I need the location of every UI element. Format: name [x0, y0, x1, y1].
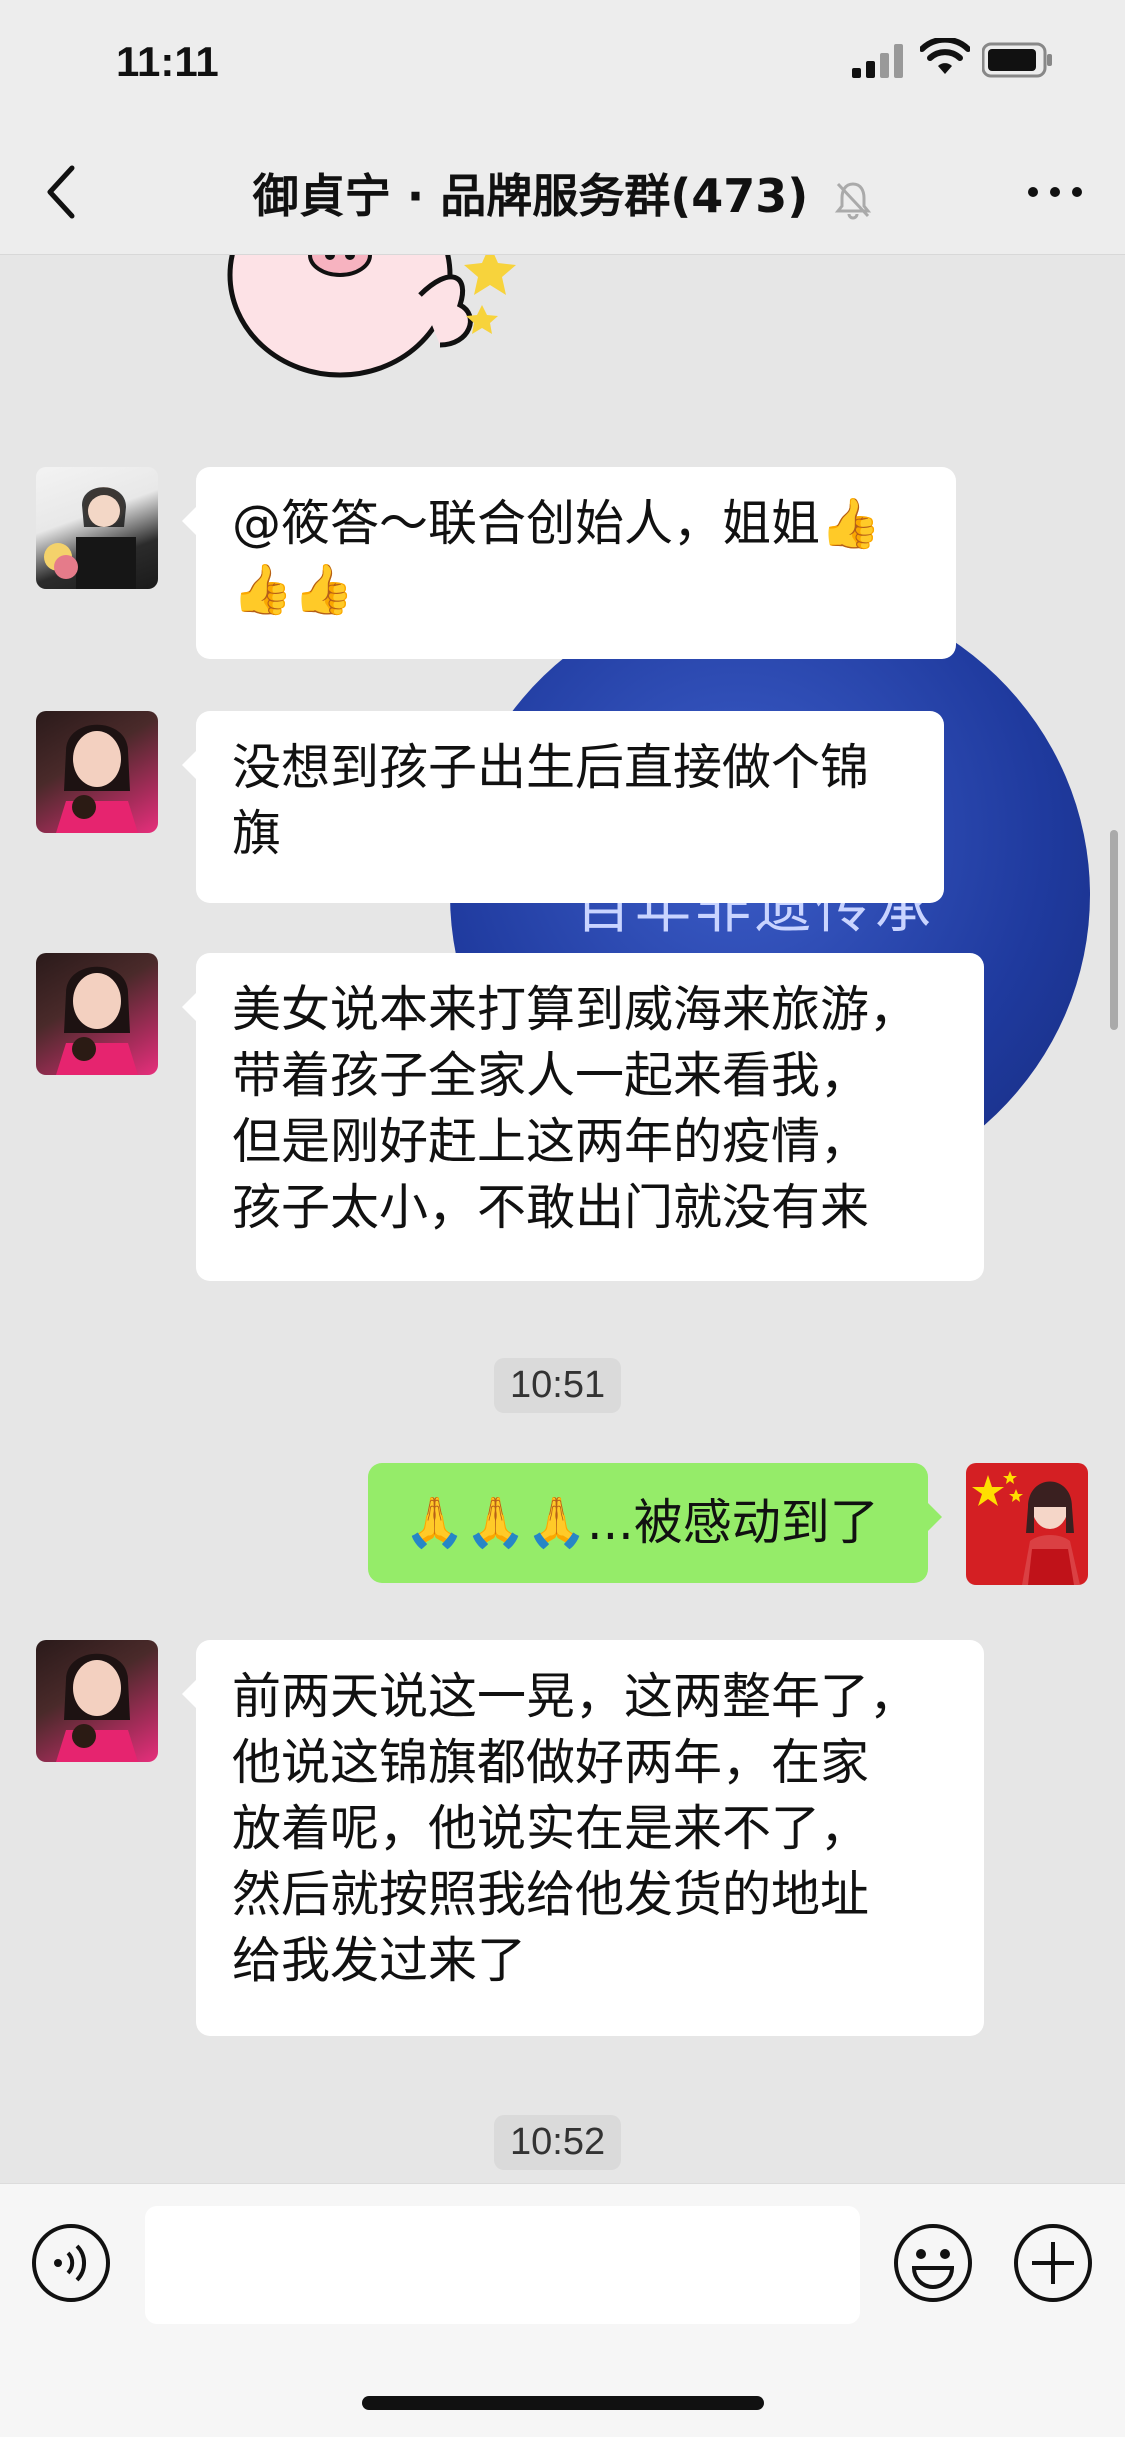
message-bubble[interactable]: 美女说本来打算到威海来旅游， 带着孩子全家人一起来看我， 但是刚好赶上这两年的疫…: [182, 953, 984, 1281]
message-bubble[interactable]: 前两天说这一晃，这两整年了， 他说这锦旗都做好两年，在家 放着呢，他说实在是来不…: [182, 1640, 984, 2036]
avatar[interactable]: [36, 467, 158, 589]
message-text: 孩子太小，不敢出门就没有来: [232, 1179, 870, 1236]
group-title: 御貞宁 · 品牌服务群(473): [0, 160, 1125, 226]
home-indicator[interactable]: [362, 2396, 764, 2410]
wifi-icon: [920, 38, 970, 74]
avatar[interactable]: [36, 711, 158, 833]
battery-icon: [982, 42, 1052, 78]
avatar[interactable]: [36, 953, 158, 1075]
message-text: 但是刚好赶上这两年的疫情，: [232, 1113, 870, 1170]
message-text: 带着孩子全家人一起来看我，: [232, 1047, 870, 1104]
voice-icon[interactable]: [30, 2222, 112, 2304]
chat-header: 御貞宁 · 品牌服务群(473): [0, 130, 1125, 255]
message-text: 然后就按照我给他发货的地址: [232, 1866, 870, 1923]
status-bar: 11:11: [0, 0, 1125, 130]
group-title-text: 御貞宁 · 品牌服务群(473): [252, 169, 809, 223]
message-bubble[interactable]: 没想到孩子出生后直接做个锦 旗: [182, 711, 944, 903]
more-icon[interactable]: [1025, 172, 1085, 212]
avatar[interactable]: [36, 1640, 158, 1762]
emoji-icon[interactable]: [892, 2222, 974, 2304]
message-text: 他说这锦旗都做好两年，在家: [232, 1734, 870, 1791]
message-text: 放着呢，他说实在是来不了，: [232, 1800, 870, 1857]
avatar-image: [56, 1653, 138, 1762]
message-bubble[interactable]: @筱答～联合创始人，姐姐👍 👍👍: [182, 467, 956, 659]
avatar-image: [56, 966, 138, 1075]
message-input[interactable]: [145, 2206, 860, 2324]
message-text: 美女说本来打算到威海来旅游，: [232, 981, 919, 1038]
message-text: 旗: [232, 805, 282, 862]
avatar-image: [44, 487, 136, 589]
chat-area[interactable]: 百年非遗传承 @筱答～联合创始人，姐姐👍 👍👍 没想到孩子出生后直接做个锦 旗 …: [0, 255, 1125, 2183]
message-text: @筱答～联合创始人，姐姐👍: [232, 495, 882, 552]
pig-sticker-image[interactable]: [220, 255, 540, 385]
scrollbar[interactable]: [1110, 830, 1118, 1030]
add-icon[interactable]: [1012, 2222, 1094, 2304]
message-text: 🙏🙏🙏...被感动到了: [404, 1494, 879, 1551]
message-text: 给我发过来了: [232, 1932, 527, 1989]
message-text: 没想到孩子出生后直接做个锦: [232, 739, 870, 796]
my-avatar[interactable]: [966, 1463, 1088, 1585]
message-text: 👍👍: [232, 561, 355, 618]
timestamp: 10:52: [494, 2115, 622, 2170]
signal-icon: [852, 44, 903, 78]
my-message-bubble[interactable]: 🙏🙏🙏...被感动到了: [368, 1463, 942, 1583]
mute-icon: [835, 181, 872, 219]
timestamp: 10:51: [494, 1358, 622, 1413]
avatar-image: [56, 724, 138, 833]
status-time: 11:11: [116, 38, 219, 85]
avatar-image: [972, 1471, 1080, 1585]
message-text: 前两天说这一晃，这两整年了，: [232, 1668, 919, 1725]
